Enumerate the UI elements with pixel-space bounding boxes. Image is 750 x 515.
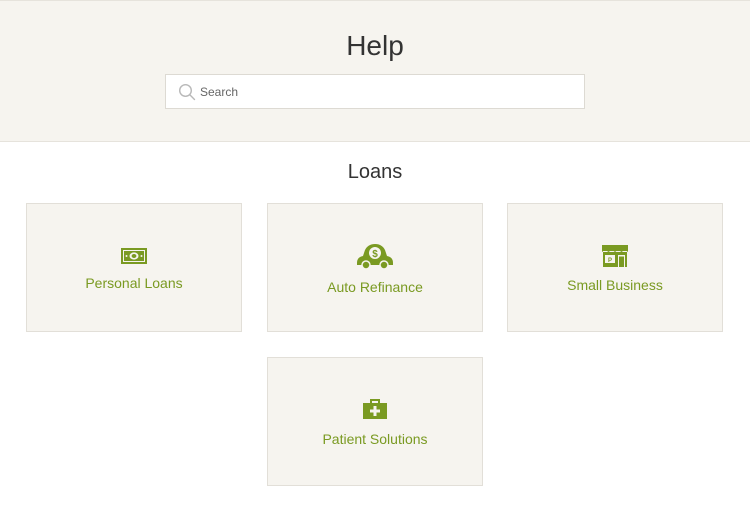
help-header: Help: [0, 0, 750, 142]
svg-text:$: $: [372, 249, 378, 260]
page-title: Help: [346, 30, 404, 61]
card-label: Personal Loans: [85, 275, 183, 291]
medical-kit-icon: [363, 399, 387, 419]
svg-text:P: P: [608, 258, 612, 264]
section-title-loans: Loans: [347, 161, 403, 183]
card-label: Auto Refinance: [327, 279, 423, 295]
card-auto-refinance[interactable]: $ Auto Refinance: [267, 203, 483, 332]
card-label: Small Business: [567, 277, 663, 293]
card-personal-loans[interactable]: Personal Loans: [26, 203, 242, 332]
card-label: Patient Solutions: [322, 431, 428, 447]
search-icon: [178, 83, 196, 101]
money-bill-icon: [121, 248, 147, 264]
search-box[interactable]: [165, 74, 585, 109]
card-patient-solutions[interactable]: Patient Solutions: [267, 357, 483, 486]
car-dollar-icon: $: [357, 244, 393, 270]
search-input[interactable]: [200, 75, 580, 108]
card-small-business[interactable]: P Small Business: [507, 203, 723, 332]
storefront-icon: P: [602, 245, 628, 267]
